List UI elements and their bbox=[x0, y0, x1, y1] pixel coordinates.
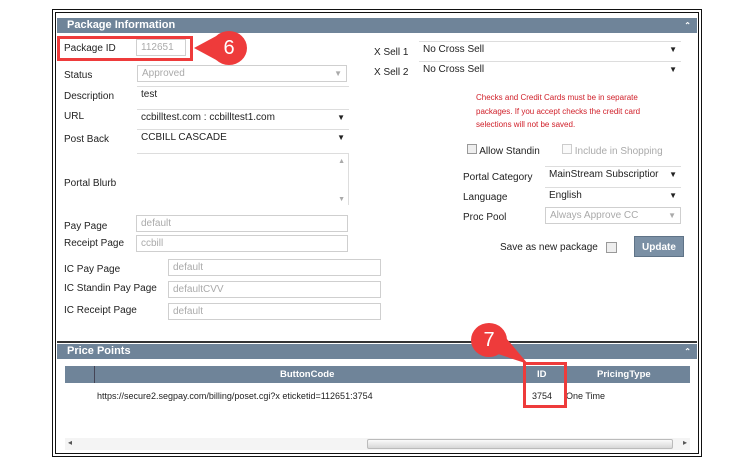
column-buttoncode[interactable]: ButtonCode bbox=[280, 366, 334, 383]
chevron-down-icon: ▼ bbox=[337, 133, 345, 142]
pay-page-field[interactable]: default bbox=[136, 215, 348, 232]
ic-standin-pay-page-field[interactable]: defaultCVV bbox=[168, 281, 381, 298]
chevron-down-icon: ▼ bbox=[668, 211, 676, 220]
chevron-down-icon: ▼ bbox=[669, 65, 677, 74]
chevron-down-icon: ▼ bbox=[669, 45, 677, 54]
checks-warning: Checks and Credit Cards must be in separ… bbox=[476, 93, 641, 129]
proc-pool-select[interactable]: Always Approve CC ▼ bbox=[545, 207, 681, 224]
checkbox-icon bbox=[467, 144, 477, 154]
cell-pricingtype: One Time bbox=[566, 391, 606, 401]
cell-buttoncode: https://secure2.segpay.com/billing/poset… bbox=[97, 391, 373, 401]
chevron-down-icon: ▼ bbox=[669, 170, 677, 179]
xsell1-value: No Cross Sell bbox=[423, 44, 485, 55]
double-chevron-up-icon[interactable]: ⌃ bbox=[684, 344, 691, 359]
url-label: URL bbox=[64, 111, 85, 122]
xsell1-select[interactable]: No Cross Sell ▼ bbox=[419, 41, 681, 59]
portal-category-value: MainStream Subscriptior bbox=[549, 169, 659, 180]
horizontal-scrollbar[interactable]: ◂ ▸ bbox=[65, 438, 690, 450]
portal-blurb-label: Portal Blurb bbox=[64, 178, 117, 189]
chevron-down-icon: ▼ bbox=[337, 113, 345, 122]
double-chevron-up-icon[interactable]: ⌃ bbox=[684, 18, 691, 33]
receipt-page-field[interactable]: ccbill bbox=[136, 235, 348, 252]
section-title: Price Points bbox=[67, 345, 131, 357]
ic-pay-page-field[interactable]: default bbox=[168, 259, 381, 276]
pay-page-label: Pay Page bbox=[64, 221, 108, 232]
scrollbar-thumb[interactable] bbox=[367, 439, 673, 449]
allow-standin-checkbox[interactable]: Allow Standin bbox=[467, 144, 540, 157]
include-in-shopping-label: Include in Shopping bbox=[574, 146, 663, 157]
ic-receipt-page-field[interactable]: default bbox=[168, 303, 381, 320]
chevron-down-icon: ▼ bbox=[334, 69, 342, 78]
checkbox-icon bbox=[562, 144, 572, 154]
xsell1-label: X Sell 1 bbox=[374, 47, 409, 58]
column-pricingtype[interactable]: PricingType bbox=[597, 366, 651, 383]
package-info-header: Package Information ⌃ bbox=[57, 18, 697, 33]
price-points-header: Price Points ⌃ bbox=[57, 344, 697, 359]
status-label: Status bbox=[64, 70, 93, 81]
post-back-label: Post Back bbox=[64, 134, 110, 145]
xsell2-select[interactable]: No Cross Sell ▼ bbox=[419, 61, 681, 79]
table-header: ButtonCode ID PricingType bbox=[65, 366, 690, 383]
column-divider bbox=[94, 366, 95, 383]
highlight-package-id bbox=[57, 36, 193, 61]
ic-pay-page-label: IC Pay Page bbox=[64, 264, 121, 275]
divider bbox=[57, 341, 697, 343]
section-title: Package Information bbox=[67, 19, 176, 31]
ic-standin-pay-page-label: IC Standin Pay Page bbox=[64, 283, 157, 294]
update-button[interactable]: Update bbox=[634, 236, 684, 257]
description-field[interactable]: test bbox=[137, 86, 349, 104]
language-value: English bbox=[549, 190, 582, 201]
language-label: Language bbox=[463, 192, 508, 203]
allow-standin-label: Allow Standin bbox=[479, 146, 540, 157]
include-in-shopping-checkbox[interactable]: Include in Shopping bbox=[562, 144, 663, 157]
url-value: ccbilltest.com : ccbilltest1.com bbox=[141, 112, 275, 123]
language-select[interactable]: English ▼ bbox=[545, 187, 681, 205]
post-back-value: CCBILL CASCADE bbox=[141, 132, 227, 143]
portal-category-select[interactable]: MainStream Subscriptior ▼ bbox=[545, 166, 681, 184]
post-back-select[interactable]: CCBILL CASCADE ▼ bbox=[137, 129, 349, 147]
description-label: Description bbox=[64, 91, 115, 102]
callout-6: 6 bbox=[211, 31, 247, 65]
save-as-new-label: Save as new package bbox=[500, 242, 598, 253]
scroll-down-icon[interactable]: ▼ bbox=[338, 196, 345, 203]
chevron-down-icon: ▼ bbox=[669, 191, 677, 200]
receipt-page-label: Receipt Page bbox=[64, 238, 125, 249]
portal-category-label: Portal Category bbox=[463, 172, 533, 183]
proc-pool-value: Always Approve CC bbox=[550, 210, 639, 221]
save-as-new-checkbox[interactable] bbox=[606, 242, 617, 253]
status-value: Approved bbox=[142, 68, 185, 79]
highlight-id-column bbox=[523, 362, 567, 408]
ic-receipt-page-label: IC Receipt Page bbox=[64, 305, 137, 316]
xsell2-label: X Sell 2 bbox=[374, 67, 409, 78]
url-select[interactable]: ccbilltest.com : ccbilltest1.com ▼ bbox=[137, 109, 349, 127]
portal-blurb-textarea[interactable]: ▲ ▼ bbox=[137, 153, 349, 205]
xsell2-value: No Cross Sell bbox=[423, 64, 485, 75]
table-row[interactable]: https://secure2.segpay.com/billing/poset… bbox=[65, 389, 690, 405]
proc-pool-label: Proc Pool bbox=[463, 212, 507, 223]
scroll-left-icon[interactable]: ◂ bbox=[68, 438, 72, 447]
scroll-right-icon[interactable]: ▸ bbox=[683, 438, 687, 447]
callout-7: 7 bbox=[471, 323, 507, 357]
scroll-up-icon[interactable]: ▲ bbox=[338, 158, 345, 165]
